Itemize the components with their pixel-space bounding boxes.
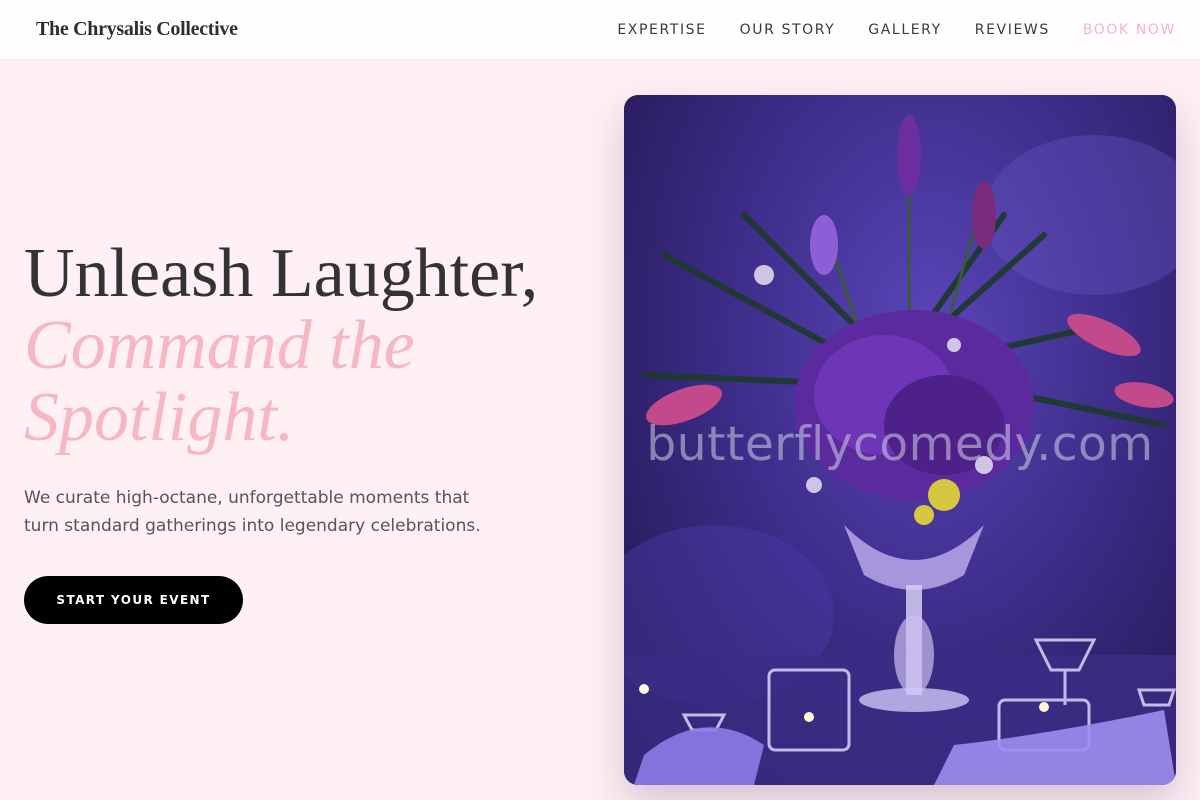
hero-headline: Unleash Laughter, Command the Spotlight. (24, 238, 584, 454)
headline-line-primary: Unleash Laughter, (24, 235, 539, 312)
headline-line-accent-2: Spotlight. (24, 379, 295, 456)
nav-link-expertise[interactable]: EXPERTISE (617, 22, 706, 38)
nav-link-reviews[interactable]: REVIEWS (975, 22, 1050, 38)
brand-logo[interactable]: The Chrysalis Collective (36, 18, 238, 41)
main-nav: EXPERTISE OUR STORY GALLERY REVIEWS BOOK… (617, 22, 1176, 38)
hero-text-section: Unleash Laughter, Command the Spotlight.… (24, 238, 584, 624)
watermark-text: butterflycomedy.com (646, 417, 1154, 472)
top-navbar: The Chrysalis Collective EXPERTISE OUR S… (0, 0, 1200, 60)
nav-link-book-now[interactable]: BOOK NOW (1083, 22, 1176, 38)
headline-line-accent-1: Command the (24, 307, 415, 384)
start-your-event-button[interactable]: START YOUR EVENT (24, 576, 243, 624)
hero-subtext: We curate high-octane, unforgettable mom… (24, 488, 481, 536)
nav-link-gallery[interactable]: GALLERY (868, 22, 941, 38)
hero-centerpiece-image: butterflycomedy.com (624, 95, 1176, 785)
nav-link-our-story[interactable]: OUR STORY (740, 22, 836, 38)
